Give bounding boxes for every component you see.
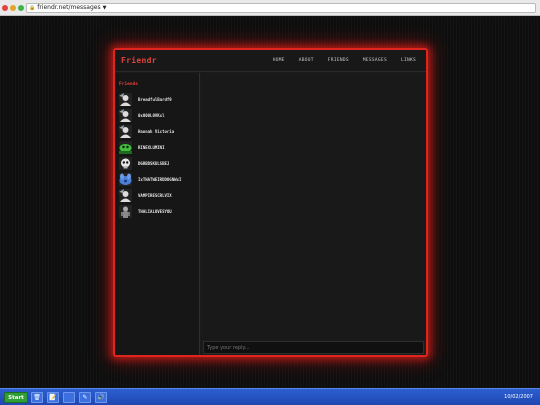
nav-messages[interactable]: MESSAGES — [363, 58, 387, 63]
friend-name: RINEXLUMINI — [138, 144, 165, 150]
friend-name: 0x000L0VKxl — [138, 112, 165, 118]
friend-item[interactable]: 0x000L0VKxl — [119, 107, 199, 123]
friends-sidebar: Friends BreadfulBardf9 0x000L0VKxl Hanna… — [115, 73, 200, 355]
conversation-panel — [201, 73, 426, 340]
blank-window-icon[interactable] — [63, 392, 75, 403]
friendr-window: Friendr HOME ABOUT FRIENDS MESSAGES LINK… — [113, 48, 428, 357]
lock-icon: 🔒 — [29, 5, 36, 11]
avatar — [119, 124, 132, 138]
main-nav: HOME ABOUT FRIENDS MESSAGES LINKS — [273, 58, 416, 63]
url-text: friendr.net/messages — [37, 4, 101, 11]
app-header: Friendr HOME ABOUT FRIENDS MESSAGES LINK… — [115, 50, 426, 72]
nav-friends[interactable]: FRIENDS — [328, 58, 349, 63]
friend-name: VAMPIRESCRLVIX — [138, 192, 172, 198]
friends-heading: Friends — [119, 82, 138, 87]
friend-name: THALIALOVESYOU — [138, 208, 172, 214]
avatar — [119, 172, 132, 186]
friend-item[interactable]: RINEXLUMINI — [119, 139, 199, 155]
nav-about[interactable]: ABOUT — [299, 58, 314, 63]
avatar — [119, 156, 132, 170]
avatar — [119, 92, 132, 106]
friend-name: Hannah Victoria — [138, 128, 175, 134]
avatar — [119, 140, 132, 154]
friend-name: IxTHATWEIRDDOGNWxI — [138, 176, 182, 182]
friend-item[interactable]: VAMPIRESCRLVIX — [119, 187, 199, 203]
maximize-window-dot[interactable] — [18, 5, 24, 11]
app-logo[interactable]: Friendr — [121, 56, 157, 65]
friend-item[interactable]: THALIALOVESYOU — [119, 203, 199, 219]
friend-item[interactable]: BreadfulBardf9 — [119, 91, 199, 107]
reply-input[interactable] — [203, 341, 424, 354]
taskbar: Start 🗑 📝 ✎ 🔊 10/02/2007 — [0, 388, 540, 405]
notepad-icon[interactable]: 📝 — [47, 392, 59, 403]
friend-name: BreadfulBardf9 — [138, 96, 172, 102]
friend-item[interactable]: IxTHATWEIRDDOGNWxI — [119, 171, 199, 187]
close-window-dot[interactable] — [2, 5, 8, 11]
friend-item[interactable]: DGRBDSKULSBEJ — [119, 155, 199, 171]
url-dropdown-icon[interactable]: ▼ — [103, 4, 107, 12]
nav-links[interactable]: LINKS — [401, 58, 416, 63]
address-bar[interactable]: 🔒 friendr.net/messages ▼ — [26, 3, 536, 13]
start-button[interactable]: Start — [4, 392, 28, 403]
speaker-icon[interactable]: 🔊 — [95, 392, 107, 403]
minimize-window-dot[interactable] — [10, 5, 16, 11]
nav-home[interactable]: HOME — [273, 58, 285, 63]
taskbar-clock: 10/02/2007 — [504, 394, 533, 400]
avatar — [119, 204, 132, 218]
browser-toolbar: 🔒 friendr.net/messages ▼ — [0, 0, 540, 16]
friend-name: DGRBDSKULSBEJ — [138, 160, 170, 166]
pen-icon[interactable]: ✎ — [79, 392, 91, 403]
trash-icon[interactable]: 🗑 — [31, 392, 43, 403]
avatar — [119, 108, 132, 122]
friend-item[interactable]: Hannah Victoria — [119, 123, 199, 139]
avatar — [119, 188, 132, 202]
friends-list: BreadfulBardf9 0x000L0VKxl Hannah Victor… — [119, 91, 199, 219]
